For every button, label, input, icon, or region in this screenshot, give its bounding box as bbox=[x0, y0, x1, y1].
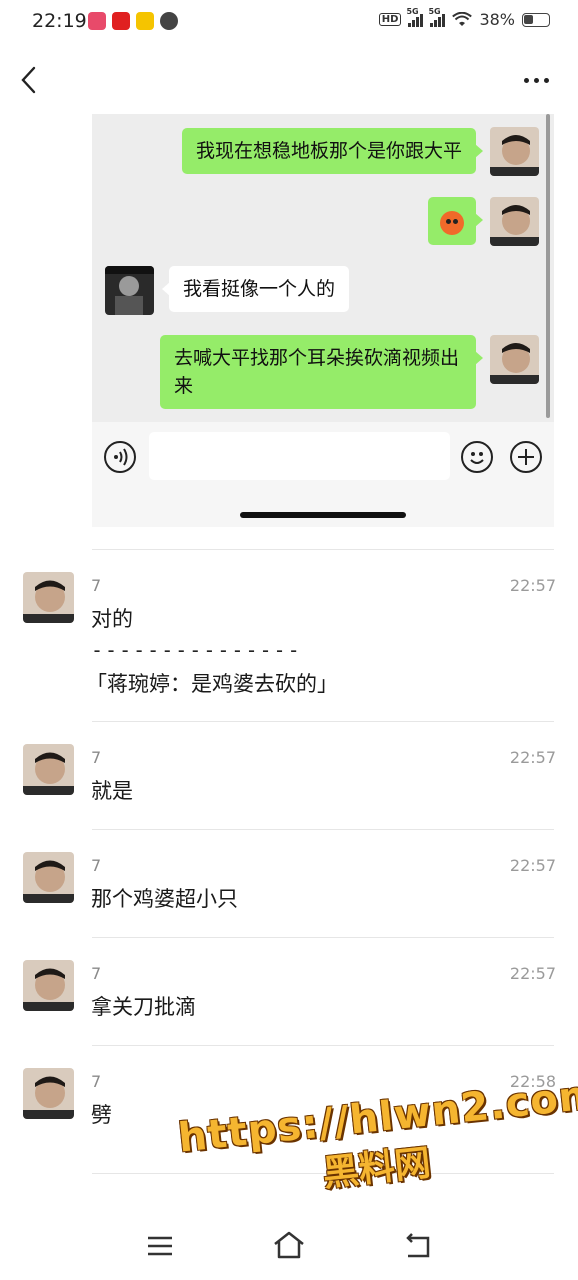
divider bbox=[92, 721, 554, 722]
status-indicators: HD 5G 5G 38% bbox=[378, 7, 550, 29]
divider bbox=[92, 937, 554, 938]
tmall-notification-icon bbox=[112, 12, 130, 30]
back-arrow-icon[interactable] bbox=[14, 64, 46, 96]
emoji-button[interactable] bbox=[461, 441, 493, 473]
comment-time: 22:57 bbox=[509, 964, 556, 983]
commenter-avatar[interactable] bbox=[23, 1068, 74, 1119]
watermark-name: 黑料网 bbox=[320, 1142, 433, 1195]
commenter-avatar[interactable] bbox=[23, 744, 74, 795]
home-indicator bbox=[240, 512, 406, 518]
sender-avatar bbox=[490, 197, 539, 246]
plus-icon bbox=[518, 449, 534, 465]
watermark: https://hlwn2.com 黑料网 bbox=[174, 1056, 578, 1205]
comment-time: 22:57 bbox=[509, 856, 556, 875]
more-actions-button[interactable] bbox=[510, 441, 542, 473]
receiver-avatar bbox=[105, 266, 154, 315]
commenter-name: 7 bbox=[91, 1072, 102, 1091]
weibo-notification-icon bbox=[136, 12, 154, 30]
chat-bubble-text: 我现在想稳地板那个是你跟大平 bbox=[195, 140, 462, 162]
divider bbox=[92, 549, 554, 550]
commenter-name: 7 bbox=[91, 576, 102, 595]
battery-icon bbox=[522, 12, 550, 27]
notification-icons bbox=[88, 12, 178, 30]
comment-text: 就是 bbox=[91, 779, 133, 803]
chat-bubble-text: 去喊大平找那个耳朵挨砍滴视频出来 bbox=[174, 347, 460, 397]
signal-icon: 5G bbox=[406, 7, 424, 27]
embedded-chat-messages: 我现在想稳地板那个是你跟大平 我看挺像一个人的 去喊大平找那个耳朵挨砍滴视频出来 bbox=[92, 114, 554, 422]
comment-text: 劈 bbox=[91, 1103, 112, 1127]
comment-time: 22:57 bbox=[509, 748, 556, 767]
sender-avatar bbox=[490, 127, 539, 176]
dot-icon bbox=[534, 77, 539, 83]
quote-separator: --------------- bbox=[91, 638, 302, 662]
chat-bubble-received: 我看挺像一个人的 bbox=[161, 266, 350, 312]
chat-bubble-text: 我看挺像一个人的 bbox=[183, 278, 336, 300]
divider bbox=[92, 829, 554, 830]
commenter-avatar[interactable] bbox=[23, 852, 74, 903]
commenter-name: 7 bbox=[91, 856, 102, 875]
chat-bubble-sent: 去喊大平找那个耳朵挨砍滴视频出来 bbox=[160, 335, 483, 409]
wifi-icon bbox=[452, 11, 473, 26]
battery-percent: 38% bbox=[479, 10, 515, 29]
divider bbox=[92, 1045, 554, 1046]
app-notification-icon bbox=[88, 12, 106, 30]
message-notification-icon bbox=[160, 12, 178, 30]
comment-time: 22:57 bbox=[509, 576, 556, 595]
embedded-chat-screenshot[interactable]: 我现在想稳地板那个是你跟大平 我看挺像一个人的 去喊大平找那个耳朵挨砍滴视频出来 bbox=[92, 114, 554, 527]
scrollbar[interactable] bbox=[546, 114, 550, 418]
top-nav bbox=[0, 50, 578, 110]
commenter-name: 7 bbox=[91, 964, 102, 983]
commenter-name: 7 bbox=[91, 748, 102, 767]
orange-face-emoji-icon bbox=[440, 210, 464, 235]
hd-icon: HD bbox=[378, 13, 402, 26]
chat-input-bar bbox=[92, 422, 554, 527]
quoted-comment: 「蒋琬婷：是鸡婆去砍的」 bbox=[86, 672, 338, 696]
chat-bubble-sent: 我现在想稳地板那个是你跟大平 bbox=[181, 128, 484, 174]
status-time: 22:19 bbox=[32, 10, 87, 32]
sim2-label: 5G bbox=[428, 6, 441, 16]
comment-text: 拿关刀批滴 bbox=[91, 995, 196, 1019]
signal-icon-2: 5G bbox=[428, 7, 446, 27]
voice-icon bbox=[114, 448, 128, 466]
comment-text: 那个鸡婆超小只 bbox=[91, 887, 238, 911]
menu-icon[interactable] bbox=[146, 1234, 174, 1258]
smiley-icon bbox=[470, 452, 484, 464]
message-input[interactable] bbox=[149, 432, 450, 480]
system-nav-bar bbox=[0, 1214, 578, 1280]
voice-input-button[interactable] bbox=[104, 441, 136, 473]
sim1-label: 5G bbox=[406, 6, 419, 16]
comment-text: 对的 bbox=[91, 607, 133, 631]
status-bar: 22:19 HD 5G 5G 38% bbox=[0, 0, 578, 46]
sender-avatar bbox=[490, 335, 539, 384]
more-options-button[interactable] bbox=[524, 70, 554, 90]
commenter-avatar[interactable] bbox=[23, 572, 74, 623]
home-icon[interactable] bbox=[272, 1230, 306, 1260]
commenter-avatar[interactable] bbox=[23, 960, 74, 1011]
dot-icon bbox=[544, 77, 549, 83]
dot-icon bbox=[524, 77, 529, 83]
chat-bubble-sent-emoji bbox=[428, 197, 483, 245]
back-icon[interactable] bbox=[402, 1232, 434, 1260]
